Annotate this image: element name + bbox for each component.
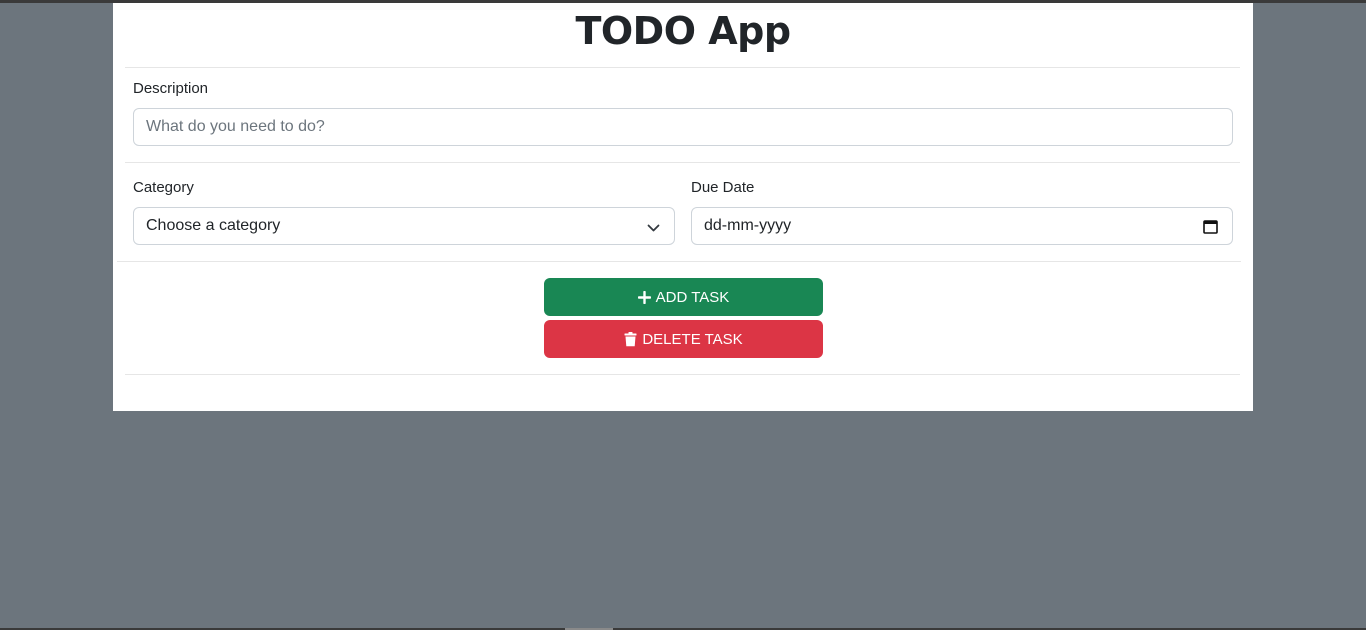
delete-task-button[interactable]: DELETE TASK [544,320,823,358]
divider [125,162,1240,163]
plus-icon [637,290,651,304]
todo-card: TODO App Description What do you need to… [113,3,1253,411]
description-placeholder: What do you need to do? [146,118,325,135]
divider [125,374,1240,375]
description-label: Description [133,80,209,97]
divider [117,261,1241,262]
category-selected-value: Choose a category [146,217,281,234]
due-date-value: dd-mm-yyyy [704,217,792,234]
delete-task-label: DELETE TASK [642,330,743,348]
chevron-down-icon [647,220,660,238]
calendar-icon[interactable] [1203,219,1218,239]
due-date-label: Due Date [691,179,755,196]
divider [125,67,1240,68]
category-select[interactable]: Choose a category [133,207,675,245]
description-input[interactable]: What do you need to do? [133,108,1233,146]
trash-icon [624,331,637,347]
due-date-input[interactable]: dd-mm-yyyy [691,207,1233,245]
add-task-label: ADD TASK [655,288,730,306]
add-task-button[interactable]: ADD TASK [544,278,823,316]
category-label: Category [133,179,194,196]
page-title: TODO App [575,9,791,53]
